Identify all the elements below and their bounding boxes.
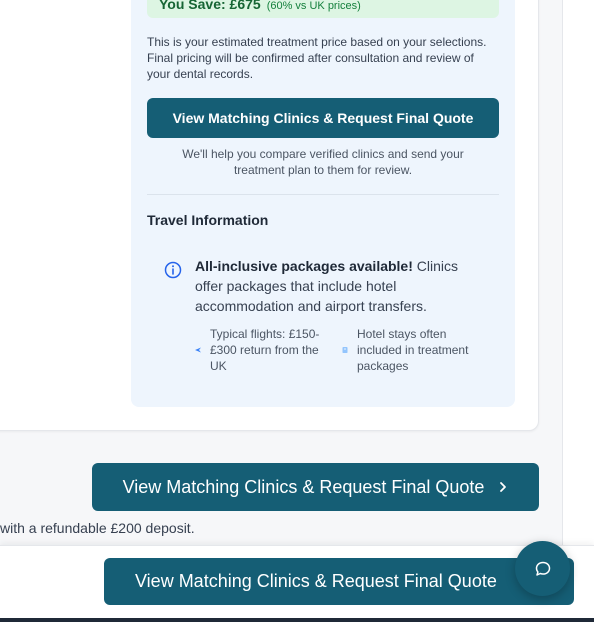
sticky-request-quote-button[interactable]: View Matching Clinics & Request Final Qu… bbox=[104, 558, 574, 605]
hotel-icon bbox=[342, 347, 348, 353]
help-note: We'll help you compare verified clinics … bbox=[182, 147, 464, 177]
divider bbox=[147, 194, 499, 195]
travel-info-heading: Travel Information bbox=[147, 212, 269, 228]
main-request-quote-label: View Matching Clinics & Request Final Qu… bbox=[122, 476, 485, 497]
chevron-right-icon bbox=[500, 482, 507, 492]
estimate-disclaimer: This is your estimated treatment price b… bbox=[147, 35, 487, 81]
packages-info-bold: All-inclusive packages available! bbox=[195, 258, 413, 274]
savings-banner: You Save: £675 (60% vs UK prices) bbox=[147, 0, 499, 18]
packages-info: All-inclusive packages available! Clinic… bbox=[195, 256, 475, 316]
flights-feature: Typical flights: £150-£300 return from t… bbox=[210, 327, 320, 373]
right-sidebar bbox=[562, 0, 594, 622]
page: You Save: £675 (60% vs UK prices) This is… bbox=[0, 0, 594, 622]
hotel-feature: Hotel stays often included in treatment … bbox=[357, 327, 469, 373]
plane-icon bbox=[195, 347, 201, 353]
chat-button[interactable] bbox=[515, 541, 570, 596]
deposit-note: with a refundable £200 deposit. bbox=[0, 520, 195, 536]
savings-note: (60% vs UK prices) bbox=[266, 0, 361, 12]
info-icon bbox=[164, 261, 182, 279]
request-quote-button[interactable]: View Matching Clinics & Request Final Qu… bbox=[147, 98, 499, 138]
main-request-quote-button[interactable]: View Matching Clinics & Request Final Qu… bbox=[92, 463, 539, 511]
savings-label: You Save: £675 bbox=[159, 0, 261, 12]
chat-bubble-icon bbox=[535, 561, 550, 576]
window-bottom-edge bbox=[0, 618, 594, 622]
